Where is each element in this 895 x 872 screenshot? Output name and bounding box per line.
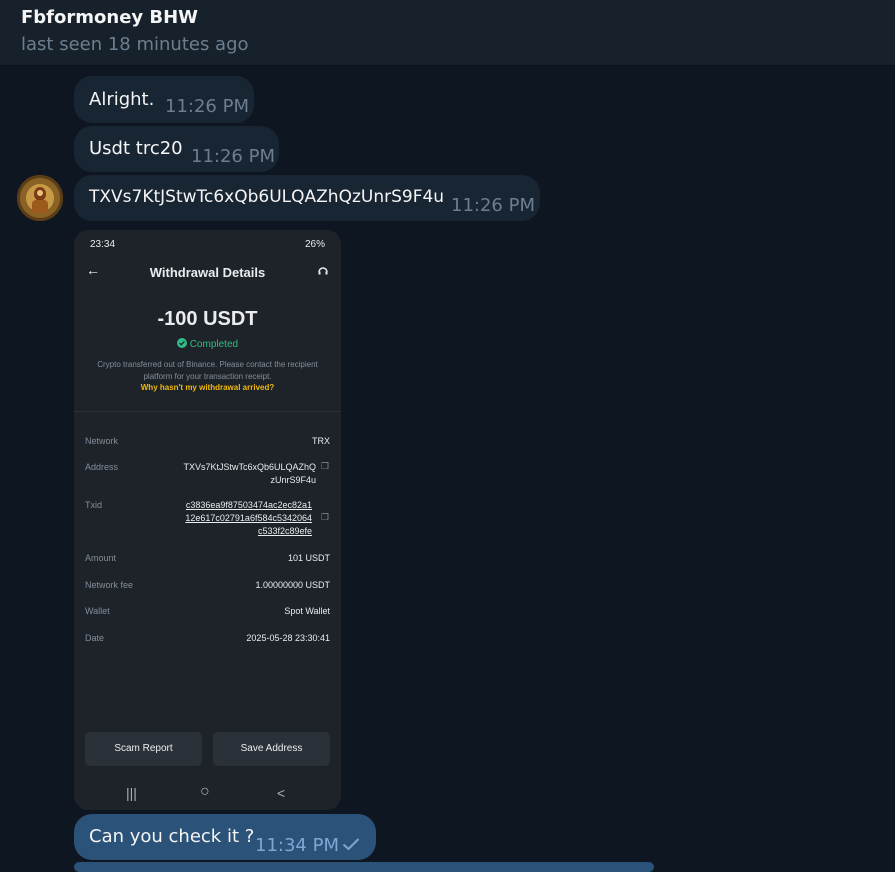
txid-value: c3836ea9f87503474ac2ec82a1 12e617c02791a… <box>185 499 312 538</box>
outgoing-message-bubble[interactable]: Can you check it ? 11:34 PM <box>74 814 376 860</box>
contact-avatar[interactable] <box>17 175 63 221</box>
date-value: 2025-05-28 23:30:41 <box>246 633 330 643</box>
phone-battery: 26% <box>304 239 325 250</box>
recents-nav-icon: ||| <box>126 785 137 801</box>
copy-icon: ❐ <box>320 461 329 471</box>
amount-label: Amount <box>85 553 117 563</box>
amount-value: 101 USDT <box>287 553 330 563</box>
network-fee-value: 1.00000000 USDT <box>255 580 330 590</box>
message-bubble[interactable]: Usdt trc20 11:26 PM <box>74 126 279 172</box>
date-label: Date <box>85 633 105 643</box>
message-text: Usdt trc20 <box>89 138 183 159</box>
address-label: Address <box>85 462 119 472</box>
txid-label: Txid <box>85 500 103 510</box>
completed-status: Completed <box>74 338 341 350</box>
headset-support-icon <box>317 264 329 282</box>
network-fee-label: Network fee <box>85 580 134 590</box>
back-nav-icon: < <box>277 785 286 801</box>
wallet-label: Wallet <box>85 606 110 616</box>
network-value: TRX <box>312 436 330 446</box>
contact-name[interactable]: Fbformoney BHW <box>21 7 198 28</box>
save-address-button: Save Address <box>213 732 330 766</box>
txid-line: 12e617c02791a6f584c5342064 <box>185 513 312 523</box>
completed-label: Completed <box>189 339 239 350</box>
address-line: zUnrS9F4u <box>270 475 316 485</box>
message-time: 11:26 PM <box>165 96 249 117</box>
wallet-value: Spot Wallet <box>284 606 330 616</box>
withdrawal-amount: -100 USDT <box>157 308 258 330</box>
scam-report-button: Scam Report <box>85 732 202 766</box>
last-seen-status: last seen 18 minutes ago <box>21 34 249 55</box>
address-line: TXVs7KtJStwTc6xQb6ULQAZhQ <box>183 462 316 472</box>
message-time: 11:26 PM <box>451 195 535 216</box>
message-text: Alright. <box>89 89 155 110</box>
withdrawal-title: Withdrawal Details <box>149 265 266 280</box>
chat-header[interactable]: Fbformoney BHW last seen 18 minutes ago <box>0 0 895 66</box>
message-time: 11:26 PM <box>191 146 275 167</box>
txid-line: c3836ea9f87503474ac2ec82a1 <box>185 500 312 510</box>
address-value: TXVs7KtJStwTc6xQb6ULQAZhQ zUnrS9F4u <box>183 461 316 487</box>
transfer-note: Crypto transferred out of Binance. Pleas… <box>97 360 318 381</box>
message-text: Can you check it ? <box>89 826 255 847</box>
message-text: TXVs7KtJStwTc6xQb6ULQAZhQzUnrS9F4u <box>89 187 445 207</box>
message-bubble[interactable]: Alright. 11:26 PM <box>74 76 254 123</box>
check-circle-icon <box>176 338 187 350</box>
sent-check-icon <box>342 836 360 855</box>
why-not-arrived-link: Why hasn't my withdrawal arrived? <box>140 383 275 392</box>
home-nav-icon: ○ <box>200 783 210 800</box>
message-bubble[interactable]: TXVs7KtJStwTc6xQb6ULQAZhQzUnrS9F4u 11:26… <box>74 175 540 221</box>
copy-icon: ❐ <box>320 512 329 522</box>
next-message-bubble[interactable] <box>74 862 654 872</box>
txid-line: c533f2c89efe <box>257 526 312 536</box>
phone-status-time: 23:34 <box>90 239 116 250</box>
message-time: 11:34 PM <box>255 835 339 856</box>
network-label: Network <box>85 436 119 446</box>
divider <box>74 411 341 412</box>
withdrawal-screenshot-image[interactable]: 23:34 26% ← Withdrawal Details -100 USDT… <box>74 230 341 810</box>
